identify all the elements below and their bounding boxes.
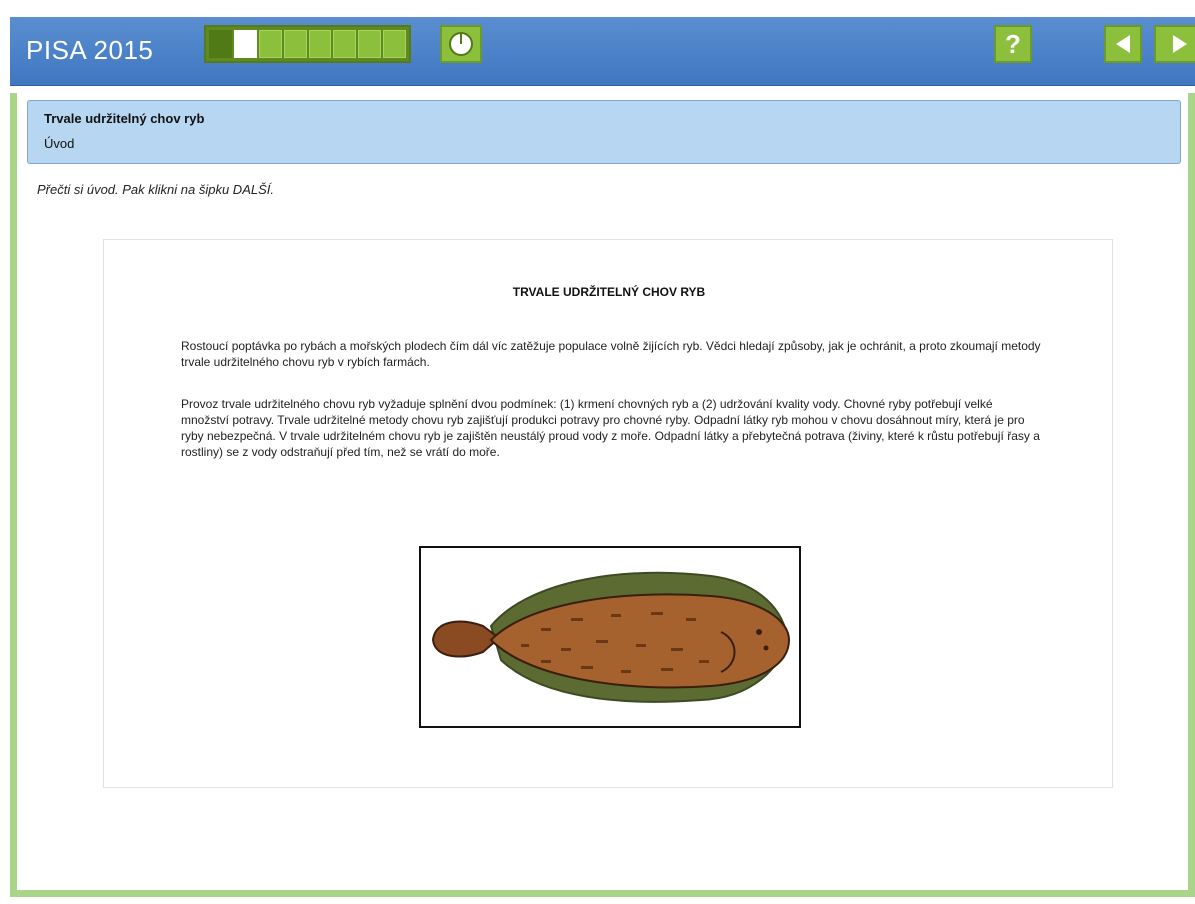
progress-segment <box>308 30 332 58</box>
help-icon: ? <box>1005 28 1021 59</box>
previous-button[interactable] <box>1104 25 1142 63</box>
top-bar: PISA 2015 ? <box>0 0 1195 93</box>
instruction-text: Přečti si úvod. Pak klikni na šipku DALŠ… <box>37 182 274 197</box>
stimulus-box: TRVALE UDRŽITELNÝ CHOV RYB Rostoucí popt… <box>103 239 1113 788</box>
progress-bar <box>204 25 411 63</box>
progress-segment <box>358 30 382 58</box>
progress-segment <box>283 30 307 58</box>
clock-icon <box>449 32 473 56</box>
unit-subtitle: Úvod <box>44 136 75 151</box>
help-button[interactable]: ? <box>994 25 1032 63</box>
stimulus-title: TRVALE UDRŽITELNÝ CHOV RYB <box>512 285 706 299</box>
arrow-right-icon <box>1172 35 1187 53</box>
arrow-left-icon <box>1116 35 1130 53</box>
progress-segment-current <box>233 30 257 58</box>
unit-panel: Trvale udržitelný chov ryb Úvod <box>27 100 1181 164</box>
progress-segment <box>333 30 357 58</box>
unit-title: Trvale udržitelný chov ryb <box>44 111 205 126</box>
app-title: PISA 2015 <box>26 35 154 65</box>
progress-segment <box>209 30 232 58</box>
stimulus-paragraph: Rostoucí poptávka po rybách a mořských p… <box>181 339 1041 369</box>
header-bar: PISA 2015 ? <box>10 17 1195 86</box>
timer-button[interactable] <box>440 25 482 63</box>
stimulus-paragraph: Provoz trvale udržitelného chovu ryb vyž… <box>181 397 1040 459</box>
flatfish-illustration <box>431 571 791 703</box>
next-button[interactable] <box>1154 25 1195 63</box>
progress-segment <box>383 30 406 58</box>
fish-image <box>419 546 801 728</box>
progress-segment <box>258 30 282 58</box>
